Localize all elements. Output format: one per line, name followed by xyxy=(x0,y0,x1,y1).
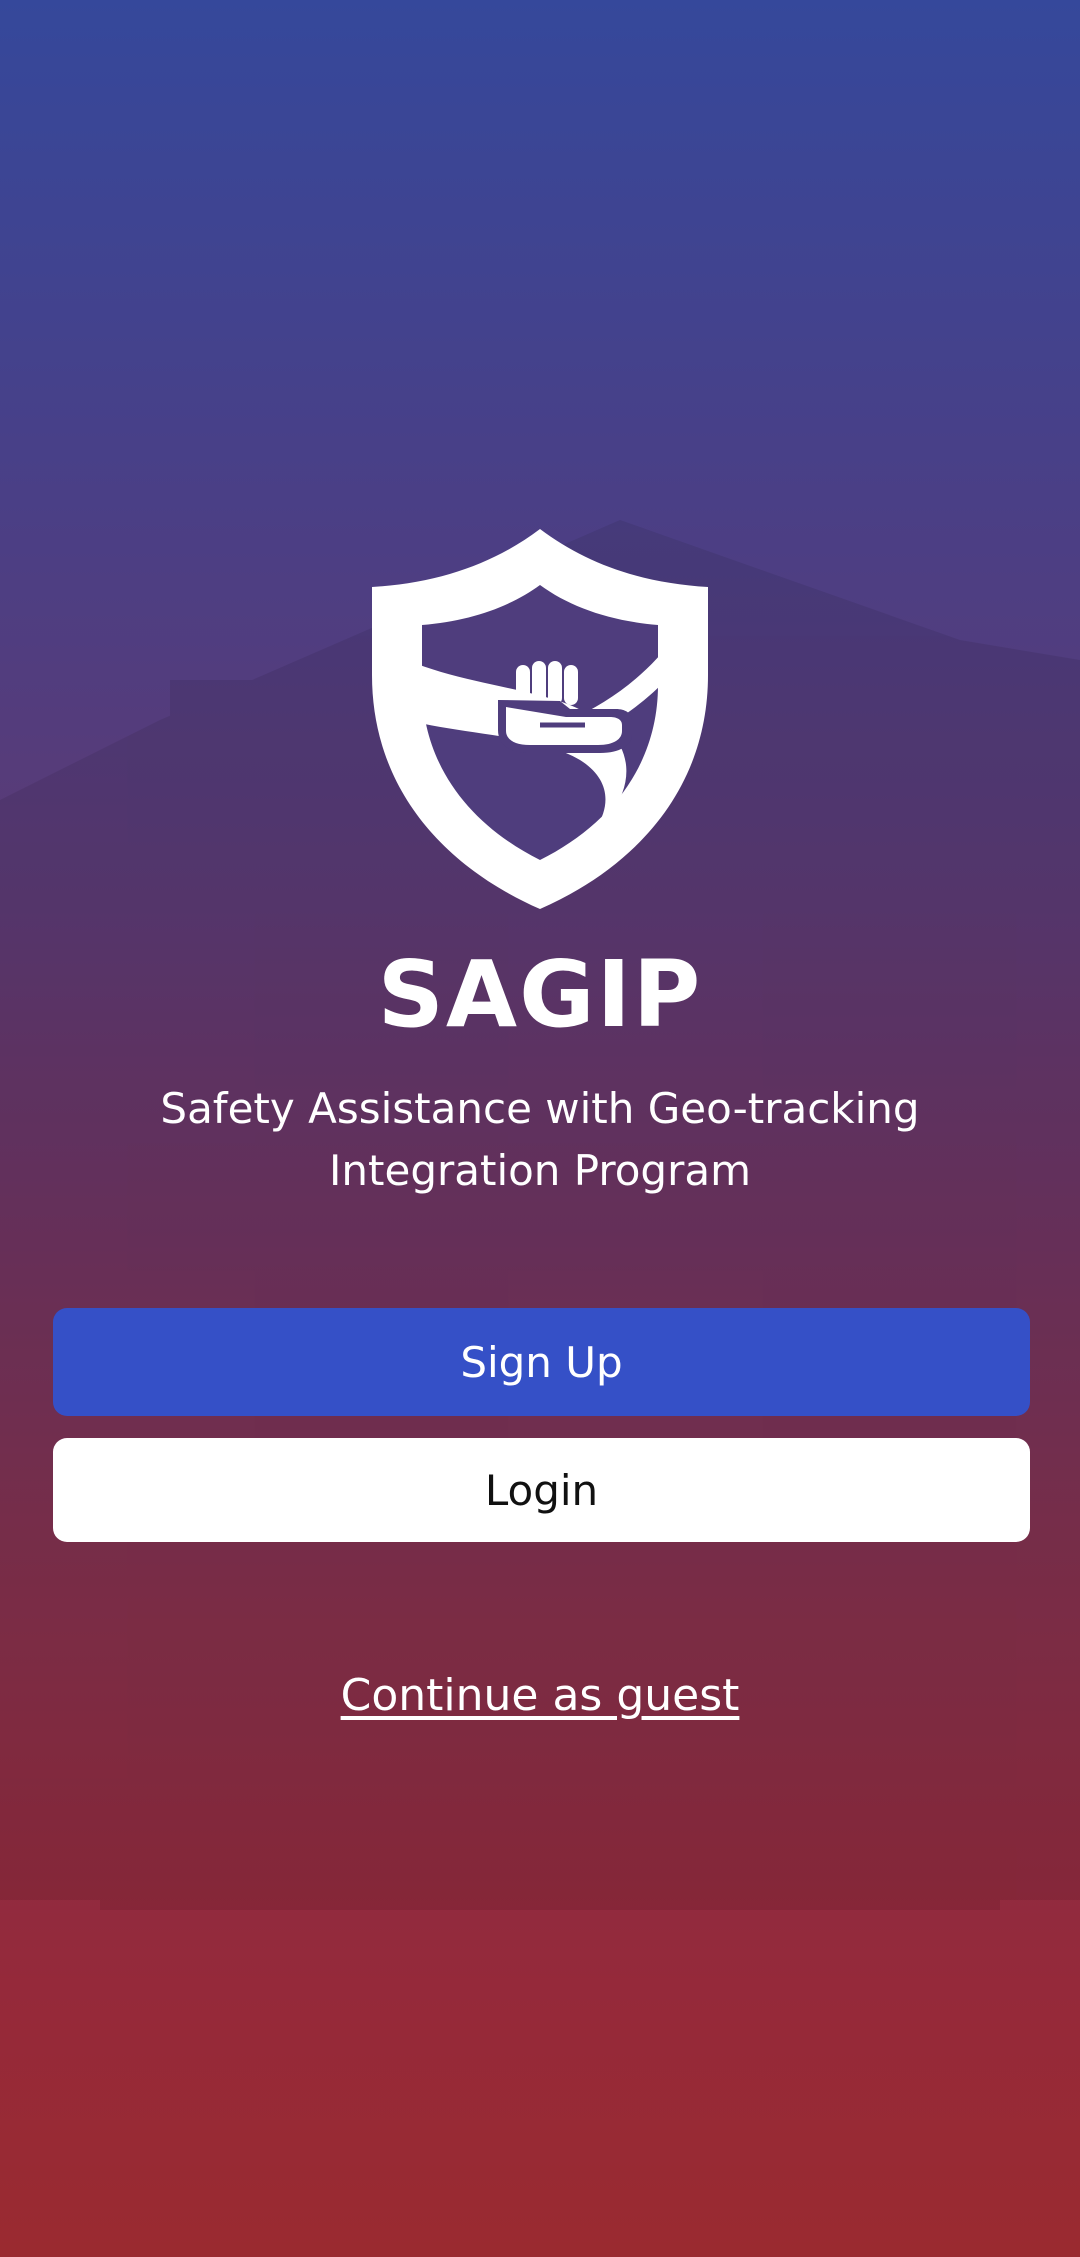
shield-helping-hand-icon xyxy=(370,525,710,910)
sign-up-button[interactable]: Sign Up xyxy=(53,1308,1030,1416)
continue-as-guest-link[interactable]: Continue as guest xyxy=(0,1670,1080,1721)
login-button-label: Login xyxy=(484,1465,599,1515)
sign-up-button-label: Sign Up xyxy=(460,1337,623,1387)
login-button[interactable]: Login xyxy=(53,1438,1030,1542)
app-subtitle: Safety Assistance with Geo-tracking Inte… xyxy=(160,1084,920,1195)
app-title: SAGIP xyxy=(377,941,703,1048)
